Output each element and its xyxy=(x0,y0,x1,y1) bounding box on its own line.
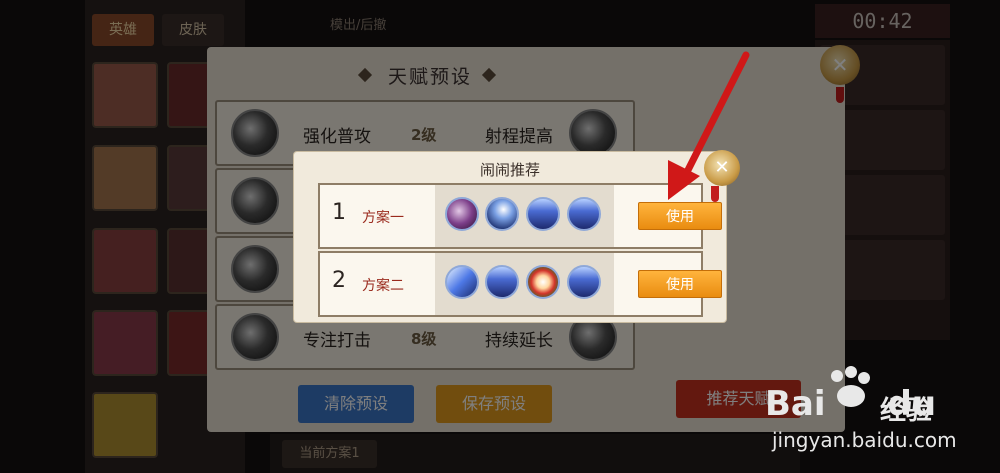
use-plan-1-button[interactable]: 使用 xyxy=(638,202,722,230)
plan-name: 方案一 xyxy=(362,210,404,226)
tassel-icon xyxy=(711,186,719,202)
mountain-peak-icon xyxy=(567,197,601,231)
watermark-url: jingyan.baidu.com xyxy=(772,428,957,452)
flame-ring-icon xyxy=(526,265,560,299)
purple-orb-icon xyxy=(445,197,479,231)
mountain-peak-icon xyxy=(485,265,519,299)
mountain-peak-icon xyxy=(567,265,601,299)
plan-number: 1 xyxy=(332,200,346,225)
pulse-streak-icon xyxy=(445,265,479,299)
plan-name: 方案二 xyxy=(362,278,404,294)
leaping-blade-icon xyxy=(485,197,519,231)
dialog-close-icon[interactable]: ✕ xyxy=(704,150,740,186)
plan-talent-icons xyxy=(435,185,614,247)
plan-row: 2 方案二 使用 xyxy=(318,251,722,317)
recommend-dialog: 闹闹推荐 1 方案一 使用 2 方案二 使用 xyxy=(294,152,726,322)
plan-row: 1 方案一 使用 xyxy=(318,183,722,249)
plan-number: 2 xyxy=(332,268,346,293)
watermark-logo-part1: Bai xyxy=(765,384,826,424)
mountain-peak-icon xyxy=(526,197,560,231)
dialog-title: 闹闹推荐 xyxy=(479,161,540,179)
watermark-cn: 经验 xyxy=(880,396,933,426)
game-screen: 英雄 皮肤 模出/后撤 00:42 当前方案1 天赋预设 强化普攻 2级 射程提… xyxy=(0,0,1000,473)
plan-talent-icons xyxy=(435,253,614,315)
use-plan-2-button[interactable]: 使用 xyxy=(638,270,722,298)
